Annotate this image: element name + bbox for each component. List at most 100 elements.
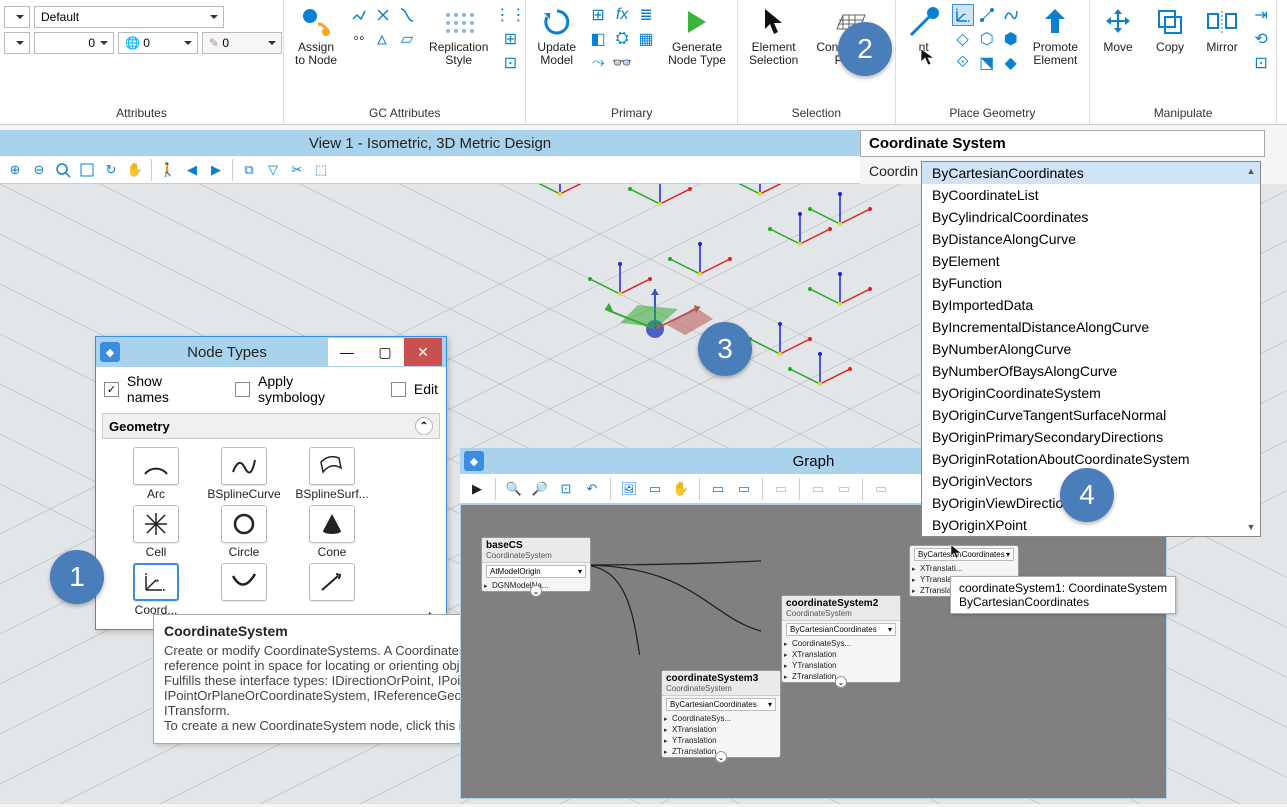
copy-button[interactable]: Copy bbox=[1146, 2, 1194, 57]
node-type-cone[interactable]: Cone bbox=[290, 505, 374, 559]
place-point-button[interactable]: nt bbox=[900, 2, 948, 57]
g-zoom-out[interactable]: 🔎 bbox=[529, 478, 551, 500]
edit-checkbox[interactable] bbox=[391, 382, 406, 397]
cs-item-ByNumberOfBaysAlongCurve[interactable]: ByNumberOfBaysAlongCurve bbox=[922, 360, 1260, 382]
cs3-method[interactable]: ByCartesianCoordinates bbox=[666, 698, 776, 711]
pan-button[interactable]: ✋ bbox=[124, 159, 146, 181]
pg-btn-2[interactable] bbox=[976, 4, 998, 26]
node-type-arrow[interactable] bbox=[290, 563, 374, 617]
combo-num-c[interactable]: ✎ 0 bbox=[202, 32, 282, 54]
g-select[interactable]: ▶ bbox=[466, 478, 488, 500]
cs-item-ByCylindricalCoordinates[interactable]: ByCylindricalCoordinates bbox=[922, 206, 1260, 228]
cs-item-ByCartesianCoordinates[interactable]: ByCartesianCoordinates bbox=[922, 162, 1260, 184]
p-btn-3[interactable]: ≣ bbox=[635, 4, 657, 26]
node-type-arc[interactable]: Arc bbox=[114, 447, 198, 501]
element-selection-button[interactable]: Element Selection bbox=[742, 2, 805, 70]
rotate-button[interactable]: ↻ bbox=[100, 159, 122, 181]
pg-btn-3[interactable] bbox=[1000, 4, 1022, 26]
expand-icon[interactable]: ⌄ bbox=[715, 751, 727, 763]
assign-to-node-button[interactable]: Assign to Node bbox=[288, 2, 344, 70]
gc-btn-6[interactable]: ▱ bbox=[396, 28, 418, 50]
p-btn-1[interactable]: ⊞ bbox=[587, 4, 609, 26]
combo-num-b[interactable]: 🌐 0 bbox=[118, 32, 198, 54]
pg-btn-6[interactable]: ⬢ bbox=[1000, 28, 1022, 50]
basecs-method[interactable]: AtModelOrigin bbox=[486, 565, 586, 578]
expand-icon[interactable]: ⌄ bbox=[530, 585, 542, 597]
maximize-button[interactable]: ▢ bbox=[366, 338, 404, 366]
zoom-window-button[interactable] bbox=[52, 159, 74, 181]
view-attr-button[interactable]: ▽ bbox=[262, 159, 284, 181]
gc-btn-7[interactable]: ⋮⋮ bbox=[499, 4, 521, 26]
graph-node-cs3[interactable]: coordinateSystem3CoordinateSystem ByCart… bbox=[661, 670, 781, 758]
pg-btn-9[interactable]: ◆ bbox=[1000, 52, 1022, 74]
cs1-method[interactable]: ByCartesianCoordinates bbox=[914, 548, 1014, 561]
category-header[interactable]: Geometry ⌃ bbox=[102, 413, 440, 439]
g-frame2[interactable]: ▭ bbox=[733, 478, 755, 500]
edit-node-button[interactable]: Edit Node bbox=[1281, 2, 1287, 70]
expand-icon[interactable]: ⌄ bbox=[835, 676, 847, 688]
g-hand[interactable]: ✋ bbox=[670, 478, 692, 500]
node-type-bsplinesurface[interactable]: BSplineSurf... bbox=[290, 447, 374, 501]
pg-btn-8[interactable]: ⬔ bbox=[976, 52, 998, 74]
apply-symbology-checkbox[interactable] bbox=[235, 382, 250, 397]
pg-btn-7[interactable]: ⟐ bbox=[952, 52, 974, 74]
gc-btn-9[interactable]: ⊡ bbox=[499, 52, 521, 74]
update-model-button[interactable]: Update Model bbox=[530, 2, 583, 70]
promote-element-button[interactable]: Promote Element bbox=[1026, 2, 1085, 70]
gc-btn-1[interactable] bbox=[348, 4, 370, 26]
cs-item-ByDistanceAlongCurve[interactable]: ByDistanceAlongCurve bbox=[922, 228, 1260, 250]
cs2-method[interactable]: ByCartesianCoordinates bbox=[786, 623, 896, 636]
combo-small-2[interactable] bbox=[4, 32, 30, 54]
close-button[interactable]: ✕ bbox=[404, 338, 442, 366]
coord-system-tool-button[interactable] bbox=[952, 4, 974, 26]
cs-item-ByIncrementalDistanceAlongCurve[interactable]: ByIncrementalDistanceAlongCurve bbox=[922, 316, 1260, 338]
cs-item-ByOriginCurveTangentSurfaceNormal[interactable]: ByOriginCurveTangentSurfaceNormal bbox=[922, 404, 1260, 426]
g-img[interactable]: 🖼 bbox=[618, 478, 640, 500]
graph-node-cs2[interactable]: coordinateSystem2CoordinateSystem ByCart… bbox=[781, 595, 901, 683]
next-view-button[interactable]: ▶ bbox=[205, 159, 227, 181]
pg-btn-4[interactable]: ◇ bbox=[952, 28, 974, 50]
cs-item-ByOriginRotationAboutCoordinateSystem[interactable]: ByOriginRotationAboutCoordinateSystem bbox=[922, 448, 1260, 470]
g-node[interactable]: ▭ bbox=[644, 478, 666, 500]
gc-btn-3[interactable] bbox=[396, 4, 418, 26]
gc-btn-2[interactable] bbox=[372, 4, 394, 26]
p-btn-6[interactable]: ▦ bbox=[635, 28, 657, 50]
gc-btn-5[interactable] bbox=[372, 28, 394, 50]
p-btn-9[interactable] bbox=[635, 52, 657, 74]
show-names-checkbox[interactable]: ✓ bbox=[104, 382, 119, 397]
node-type-bsplinecurve[interactable]: BSplineCurve bbox=[202, 447, 286, 501]
clip-button[interactable]: ✂ bbox=[286, 159, 308, 181]
node-type-curve2[interactable] bbox=[202, 563, 286, 617]
g-fit[interactable]: ⊡ bbox=[555, 478, 577, 500]
cs-item-ByElement[interactable]: ByElement bbox=[922, 250, 1260, 272]
scroll-down-icon[interactable]: ▼ bbox=[1244, 520, 1258, 534]
cs-item-ByOriginPrimarySecondaryDirections[interactable]: ByOriginPrimarySecondaryDirections bbox=[922, 426, 1260, 448]
walk-button[interactable]: 🚶 bbox=[157, 159, 179, 181]
m-btn-1[interactable]: ⇥ bbox=[1250, 4, 1272, 26]
node-type-circle[interactable]: Circle bbox=[202, 505, 286, 559]
mirror-button[interactable]: Mirror bbox=[1198, 2, 1246, 57]
zoom-in-button[interactable]: ⊕ bbox=[4, 159, 26, 181]
gc-btn-4[interactable]: ◦◦ bbox=[348, 28, 370, 50]
cs-item-ByCoordinateList[interactable]: ByCoordinateList bbox=[922, 184, 1260, 206]
m-btn-2[interactable]: ⟲ bbox=[1250, 28, 1272, 50]
p-btn-4[interactable]: ◧ bbox=[587, 28, 609, 50]
move-button[interactable]: Move bbox=[1094, 2, 1142, 57]
p-btn-5[interactable]: ⛭ bbox=[611, 28, 633, 50]
display-button[interactable]: ⬚ bbox=[310, 159, 332, 181]
collapse-icon[interactable]: ⌃ bbox=[415, 417, 433, 435]
combo-default[interactable]: Default bbox=[34, 6, 224, 28]
p-btn-8[interactable]: 👓 bbox=[611, 52, 633, 74]
combo-num-a[interactable]: 0 bbox=[34, 32, 114, 54]
prev-view-button[interactable]: ◀ bbox=[181, 159, 203, 181]
fit-view-button[interactable] bbox=[76, 159, 98, 181]
graph-node-basecs[interactable]: baseCSCoordinateSystem AtModelOrigin DGN… bbox=[481, 537, 591, 592]
cs-item-ByOriginCoordinateSystem[interactable]: ByOriginCoordinateSystem bbox=[922, 382, 1260, 404]
node-types-titlebar[interactable]: ◆ Node Types — ▢ ✕ bbox=[96, 337, 446, 367]
graph-canvas[interactable]: baseCSCoordinateSystem AtModelOrigin DGN… bbox=[460, 504, 1167, 799]
g-zoom-in[interactable]: 🔍 bbox=[503, 478, 525, 500]
minimize-button[interactable]: — bbox=[328, 338, 366, 366]
p-btn-7[interactable]: ⤳ bbox=[587, 52, 609, 74]
g-frame[interactable]: ▭ bbox=[707, 478, 729, 500]
p-btn-2[interactable]: fx bbox=[611, 4, 633, 26]
